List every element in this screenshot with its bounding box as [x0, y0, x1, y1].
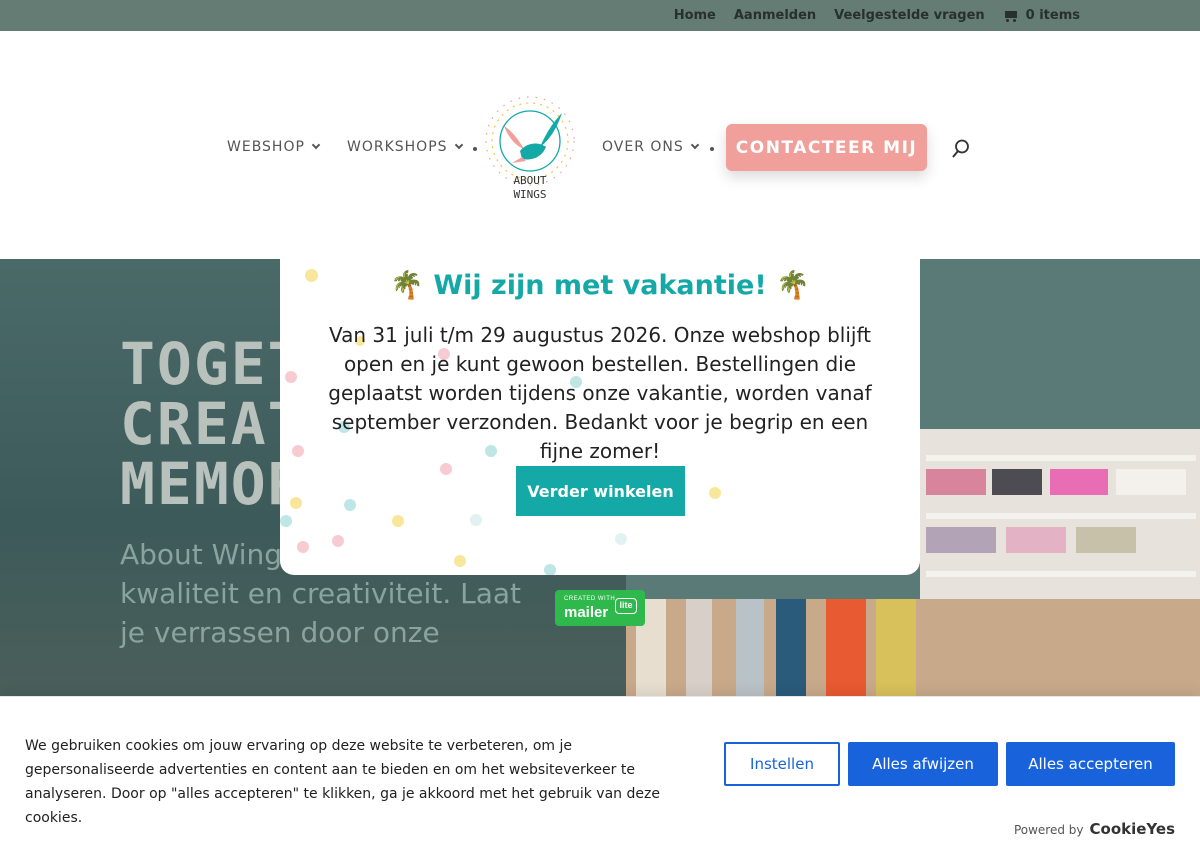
fabric-roll [686, 599, 712, 696]
contact-button[interactable]: CONTACTEER MIJ [726, 124, 927, 171]
faq-link[interactable]: Veelgestelde vragen [834, 8, 984, 23]
powered-by-label: Powered by [1013, 823, 1084, 837]
fabric-roll [776, 599, 806, 696]
confetti-dot [280, 515, 292, 527]
fabric-stack [926, 469, 986, 495]
nav-workshops-label: WORKSHOPS [347, 139, 448, 155]
chevron-down-icon [690, 140, 700, 150]
home-link[interactable]: Home [674, 8, 716, 23]
fabric-roll [876, 599, 916, 696]
powered-by: Powered by CookieYes [1014, 820, 1175, 838]
search-icon[interactable] [952, 139, 970, 159]
confetti-dot [290, 497, 302, 509]
shelf [926, 571, 1196, 577]
shelf [926, 513, 1196, 519]
top-links: Home Aanmelden Veelgestelde vragen 0 ite… [674, 0, 1080, 31]
confetti-dot [454, 555, 466, 567]
fabric-roll [826, 599, 866, 696]
popup-title-text: Wij zijn met vakantie! [433, 270, 767, 301]
fabric-stack [992, 469, 1042, 495]
palm-tree-icon: 🌴 [776, 270, 810, 301]
logo-text-about: ABOUT [513, 174, 546, 187]
continue-shopping-button[interactable]: Verder winkelen [516, 466, 685, 516]
confetti-dot [392, 515, 404, 527]
confetti-dot [285, 371, 297, 383]
logo-text-wings: WINGS [513, 188, 546, 201]
cookie-banner: We gebruiken cookies om jouw ervaring op… [0, 696, 1200, 850]
fabric-stack [1050, 469, 1108, 495]
confetti-dot [709, 487, 721, 499]
nav-webshop-label: WEBSHOP [227, 139, 305, 155]
palm-tree-icon: 🌴 [390, 270, 424, 301]
cookieyes-logo[interactable]: CookieYes [1090, 820, 1176, 838]
login-link[interactable]: Aanmelden [734, 8, 816, 23]
mailerlite-lite: lite [615, 598, 637, 614]
fabric-stack [926, 527, 996, 553]
popup-title: 🌴 Wij zijn met vakantie! 🌴 [280, 269, 920, 301]
nav-webshop[interactable]: WEBSHOP [227, 139, 321, 155]
confetti-dot [292, 445, 304, 457]
confetti-dot [544, 564, 556, 575]
mailerlite-badge[interactable]: CREATED WITH mailer lite [555, 590, 645, 626]
chevron-down-icon [311, 140, 321, 150]
fabric-stack [1116, 469, 1186, 495]
reject-all-button[interactable]: Alles afwijzen [848, 742, 998, 786]
confetti-dot [332, 535, 344, 547]
main-header: WEBSHOP WORKSHOPS ABOUT WINGS OVER ONS C… [0, 31, 1200, 259]
fabric-stack [1076, 527, 1136, 553]
shelf [926, 455, 1196, 461]
nav-over-ons[interactable]: OVER ONS [602, 139, 700, 155]
nav-workshops[interactable]: WORKSHOPS [347, 139, 463, 155]
nav-separator [473, 147, 477, 151]
nav-separator [710, 147, 714, 151]
vacation-popup: 🌴 Wij zijn met vakantie! 🌴 Van 31 juli t… [280, 259, 920, 575]
confetti-dot [344, 499, 356, 511]
fabric-stack [1006, 527, 1066, 553]
confetti-dot [470, 514, 482, 526]
cookie-notice-text: We gebruiken cookies om jouw ervaring op… [25, 738, 660, 826]
chevron-down-icon [454, 140, 463, 150]
cart-count: 0 items [1025, 8, 1080, 23]
cart-icon [1003, 10, 1018, 22]
cart-link[interactable]: 0 items [1003, 8, 1080, 23]
confetti-dot [297, 541, 309, 553]
confetti-dot [615, 533, 627, 545]
nav-over-ons-label: OVER ONS [602, 139, 684, 155]
popup-message: Van 31 juli t/m 29 augustus 2026. Onze w… [328, 323, 872, 463]
top-bar: Home Aanmelden Veelgestelde vragen 0 ite… [0, 0, 1200, 31]
mailerlite-brand: mailer [564, 604, 609, 621]
mailerlite-created-with: CREATED WITH [564, 596, 616, 602]
fabric-roll [736, 599, 764, 696]
about-wings-logo[interactable]: ABOUT WINGS [482, 91, 578, 207]
accept-all-button[interactable]: Alles accepteren [1006, 742, 1175, 786]
cookie-settings-button[interactable]: Instellen [724, 742, 840, 786]
